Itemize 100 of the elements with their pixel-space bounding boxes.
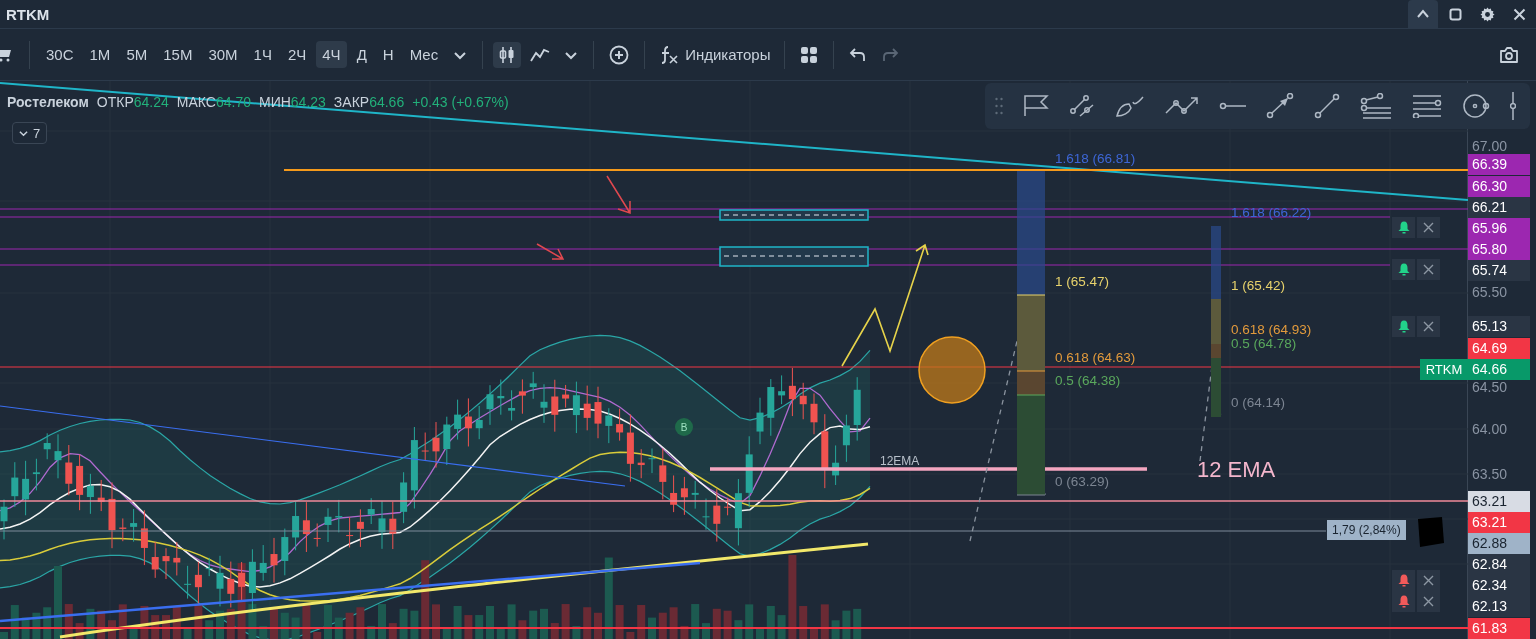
price-label: 65.74 (1468, 260, 1530, 281)
redaction-mark (1418, 517, 1444, 547)
candlestick-icon (498, 45, 517, 64)
interval-button[interactable]: 4Ч (316, 41, 347, 68)
price-tick-label: 63.50 (1472, 465, 1508, 483)
function-icon (659, 44, 680, 65)
close-icon (1512, 7, 1526, 21)
fibonacci-level-label: 0.618 (64.93) (1231, 321, 1312, 339)
fibonacci-tool-icon[interactable] (1360, 93, 1393, 119)
price-label: 65.80 (1468, 239, 1530, 260)
alert-bell-button[interactable] (1392, 259, 1415, 280)
ohlc-label: ОТКР (96, 94, 134, 110)
fibonacci-level-label: 1 (65.42) (1231, 277, 1286, 295)
arrow-tool-icon[interactable] (1266, 93, 1295, 119)
price-change: +0.43 (+0.67%) (412, 94, 509, 110)
interval-button[interactable]: 2Ч (281, 41, 313, 68)
price-tick-label: 67.00 (1472, 137, 1508, 155)
horizontal-ray-icon[interactable] (1218, 101, 1247, 111)
price-label: 62.84 (1468, 554, 1530, 575)
fibonacci-level-label: 1.618 (66.22) (1231, 204, 1312, 222)
alert-close-button[interactable] (1417, 217, 1440, 238)
indicators-button[interactable]: Индикаторы (655, 40, 775, 69)
price-label: 66.21 (1468, 197, 1530, 218)
ohlc-label: ЗАКР (333, 94, 370, 110)
price-tick-label: 65.50 (1472, 283, 1508, 301)
fibonacci-level-label: 0 (64.14) (1231, 394, 1286, 412)
arrow (606, 175, 631, 215)
interval-button[interactable]: Н (376, 41, 400, 68)
alert-bell-button[interactable] (1392, 570, 1415, 591)
interval-button[interactable]: Мес (403, 41, 445, 68)
close-icon (1423, 264, 1434, 275)
interval-button[interactable]: 15М (157, 41, 199, 68)
circle-drawing (918, 336, 986, 404)
price-tick-label: 64.50 (1472, 378, 1508, 396)
alert-close-button[interactable] (1417, 316, 1440, 337)
price-label: 64.69 (1468, 338, 1530, 359)
fibonacci-level-label: 1.618 (66.81) (1055, 150, 1136, 168)
flag-icon[interactable] (1022, 94, 1049, 118)
line-chart-icon (530, 46, 551, 63)
interval-button[interactable]: 1Ч (247, 41, 278, 68)
multi-line-icon[interactable] (1412, 94, 1443, 118)
alert-bell-button[interactable] (1392, 591, 1415, 612)
measure-label: 1,79 (2,84%) (1327, 520, 1406, 540)
drag-handle-icon[interactable] (995, 97, 1003, 115)
fibonacci-level-label: 0 (63.29) (1055, 473, 1110, 491)
undo-icon[interactable] (849, 47, 868, 62)
symbol-tag: RTKM (1420, 359, 1468, 380)
alert-close-button[interactable] (1417, 570, 1440, 591)
interval-button[interactable]: 5М (120, 41, 154, 68)
close-icon (1423, 321, 1434, 332)
line-tool-icon[interactable] (1314, 93, 1341, 119)
arrow (536, 243, 565, 260)
parallel-lines-icon[interactable] (1068, 93, 1095, 119)
alert-bell-button[interactable] (1392, 316, 1415, 337)
price-label: 63.21 (1468, 512, 1530, 533)
brush-icon[interactable] (1114, 94, 1145, 118)
price-label: 61.83 (1468, 618, 1530, 639)
layout-grid-icon[interactable] (800, 45, 819, 64)
vertical-line-icon[interactable] (1509, 92, 1516, 120)
interval-button[interactable]: Д (350, 41, 373, 68)
ohlc-value: 64.23 (290, 94, 326, 110)
price-label: 62.88 (1468, 533, 1530, 554)
alert-close-button[interactable] (1417, 259, 1440, 280)
add-circle-icon[interactable] (609, 44, 630, 65)
close-icon (1423, 575, 1434, 586)
circle-tool-icon[interactable] (1462, 92, 1491, 120)
settings-icon (1479, 6, 1495, 22)
price-label: 66.39 (1468, 154, 1530, 175)
fibonacci-level-label: 0.618 (64.63) (1055, 349, 1136, 367)
alert-bell-button[interactable] (1392, 217, 1415, 238)
camera-icon[interactable] (1499, 45, 1519, 64)
close-icon (1423, 222, 1434, 233)
ohlc-value: 64.24 (133, 94, 169, 110)
interval-button[interactable]: 30С (40, 41, 80, 68)
symbol-name: Ростелеком (7, 94, 89, 110)
fibonacci-level-label: 0.5 (64.78) (1231, 336, 1297, 353)
fibonacci-level-label: 1 (65.47) (1055, 273, 1110, 291)
maximize-icon (1448, 7, 1462, 21)
price-label: 63.21 (1468, 491, 1530, 512)
ohlc-value: 64.66 (369, 94, 405, 110)
indicators-toggle[interactable]: 7 (12, 122, 48, 144)
price-label: 62.13 (1468, 596, 1530, 617)
price-label: 64.66 (1468, 359, 1530, 380)
interval-button[interactable]: 30М (202, 41, 244, 68)
candlestick-chart-button[interactable] (493, 41, 522, 68)
price-label: 62.34 (1468, 575, 1530, 596)
ohlc-label: МАКС (176, 94, 216, 110)
price-tick-label: 64.00 (1472, 420, 1508, 438)
chevron-down-icon (19, 128, 28, 138)
trend-pattern-icon[interactable] (1164, 95, 1199, 117)
alert-close-button[interactable] (1417, 591, 1440, 612)
collapse-button[interactable] (1408, 0, 1438, 28)
price-label: 65.96 (1468, 218, 1530, 239)
ema-label: 12EMA (880, 454, 920, 468)
ema-label: 12 EMA (1197, 457, 1276, 483)
price-label: 66.30 (1468, 176, 1530, 197)
signal-marker: B (675, 418, 693, 436)
price-label: 65.13 (1468, 316, 1530, 337)
interval-button[interactable]: 1М (83, 41, 117, 68)
fibonacci-level-label: 0.5 (64.38) (1055, 372, 1121, 390)
